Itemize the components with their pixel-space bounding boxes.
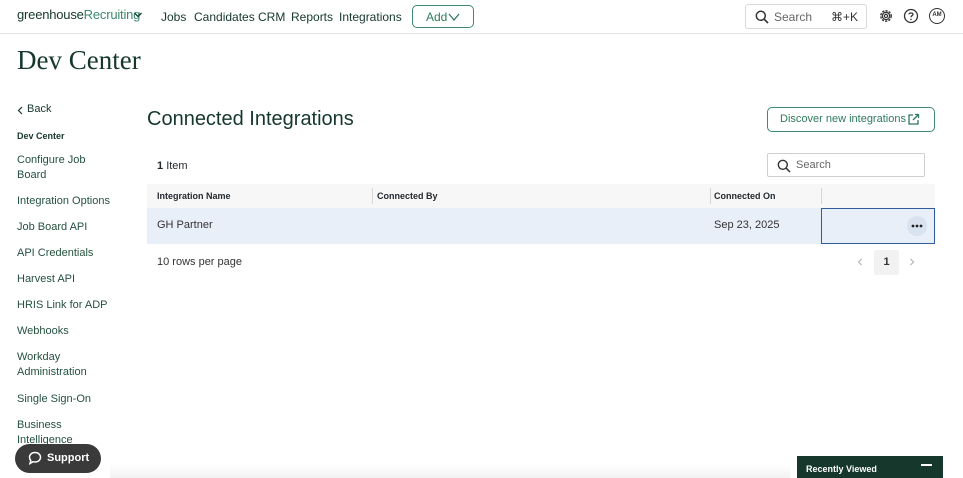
support-button-label: Support <box>47 452 90 464</box>
minimize-icon[interactable] <box>921 464 932 466</box>
search-shortcut-hint: ⌘+K <box>831 10 859 24</box>
sidebar-item-hris-link-adp[interactable]: HRIS Link for ADP <box>17 298 117 313</box>
more-horizontal-icon <box>911 224 923 228</box>
nav-link-integrations[interactable]: Integrations <box>339 10 402 24</box>
table-row[interactable]: GH Partner Sep 23, 2025 <box>147 208 935 244</box>
sidebar-item-configure-job-board[interactable]: Configure Job Board <box>17 153 117 183</box>
item-count-number: 1 <box>157 160 164 172</box>
top-nav: greenhouseRecruiting Jobs Candidates CRM… <box>0 0 963 34</box>
gear-icon[interactable] <box>878 8 894 24</box>
global-search[interactable]: Search ⌘+K <box>745 4 867 29</box>
chevron-right-icon[interactable] <box>908 256 916 268</box>
chevron-left-icon <box>17 106 23 115</box>
page-number-current[interactable]: 1 <box>874 250 899 275</box>
recently-viewed-panel[interactable]: Recently Viewed <box>797 456 943 478</box>
column-divider <box>710 188 711 204</box>
cell-integration-name: GH Partner <box>157 219 213 231</box>
section-title: Connected Integrations <box>147 108 354 130</box>
nav-link-candidates[interactable]: Candidates <box>194 10 255 24</box>
table-search-placeholder: Search <box>796 159 831 171</box>
row-actions-button[interactable] <box>907 216 927 236</box>
sidebar-item-webhooks[interactable]: Webhooks <box>17 324 117 339</box>
user-avatar[interactable]: AM <box>929 8 945 24</box>
global-search-placeholder: Search <box>774 10 813 24</box>
page-title: Dev Center <box>17 45 141 75</box>
cell-connected-on: Sep 23, 2025 <box>714 219 780 231</box>
add-button[interactable]: Add <box>412 5 474 28</box>
recently-viewed-label: Recently Viewed <box>806 464 877 474</box>
external-link-icon <box>908 113 920 125</box>
table-search-input[interactable]: Search <box>767 153 925 177</box>
column-divider <box>821 188 822 204</box>
nav-link-crm[interactable]: CRM <box>258 10 285 24</box>
logo-text-greenhouse: greenhouse <box>17 7 84 22</box>
help-icon[interactable] <box>903 8 919 24</box>
chevron-down-icon[interactable] <box>133 10 143 20</box>
sidebar-item-integration-options[interactable]: Integration Options <box>17 194 117 209</box>
discover-integrations-button[interactable]: Discover new integrations <box>767 107 935 132</box>
search-icon <box>777 159 791 173</box>
column-header-integration-name[interactable]: Integration Name <box>157 191 231 201</box>
add-button-label: Add <box>426 10 448 24</box>
column-header-connected-by[interactable]: Connected By <box>377 191 438 201</box>
nav-link-reports[interactable]: Reports <box>291 10 333 24</box>
support-button[interactable]: Support <box>15 444 101 473</box>
back-link-label: Back <box>27 103 52 115</box>
bottom-fade <box>110 464 790 478</box>
greenhouse-logo[interactable]: greenhouseRecruiting <box>17 7 140 22</box>
chat-bubble-icon <box>28 451 42 465</box>
sidebar-item-workday-administration[interactable]: Workday Administration <box>17 350 117 380</box>
rows-per-page-selector[interactable]: 10 rows per page <box>157 256 242 268</box>
chevron-down-icon <box>448 13 460 22</box>
item-count: 1 Item <box>157 160 188 172</box>
discover-integrations-label: Discover new integrations <box>780 113 906 125</box>
sidebar-section-title: Dev Center <box>17 131 65 141</box>
logo-text-recruiting: Recruiting <box>83 7 141 22</box>
sidebar-item-api-credentials[interactable]: API Credentials <box>17 246 117 261</box>
column-divider <box>372 188 373 204</box>
sidebar-item-harvest-api[interactable]: Harvest API <box>17 272 117 287</box>
nav-link-jobs[interactable]: Jobs <box>161 10 186 24</box>
table-header: Integration Name Connected By Connected … <box>147 184 935 208</box>
sidebar-item-job-board-api[interactable]: Job Board API <box>17 220 117 235</box>
sidebar-item-single-sign-on[interactable]: Single Sign-On <box>17 392 117 407</box>
column-header-connected-on[interactable]: Connected On <box>714 191 776 201</box>
chevron-left-icon[interactable] <box>856 256 864 268</box>
search-icon <box>755 10 769 24</box>
cell-actions <box>821 208 935 244</box>
item-count-label: Item <box>166 160 188 172</box>
